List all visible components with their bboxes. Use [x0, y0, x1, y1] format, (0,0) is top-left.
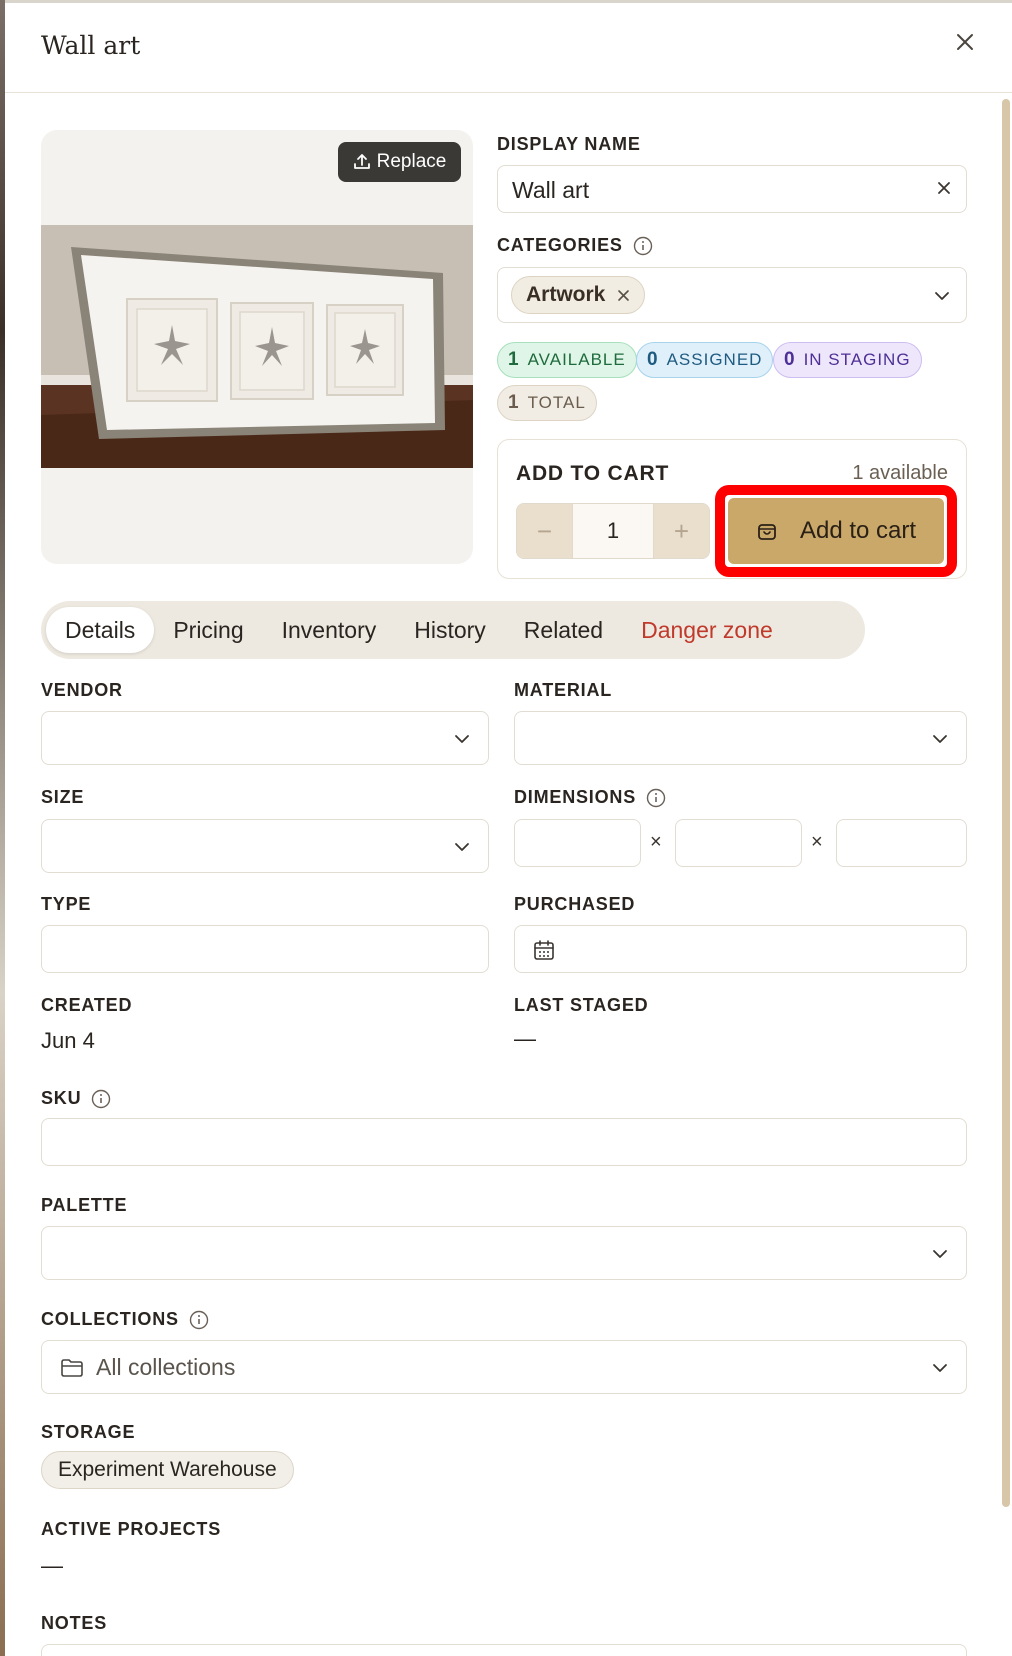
notes-input[interactable] [41, 1644, 967, 1656]
sku-label: SKU [41, 1088, 82, 1108]
available-label: AVAILABLE [527, 350, 626, 369]
total-count: 1 [508, 392, 520, 413]
panel-title: Wall art [41, 31, 141, 60]
categories-select[interactable]: Artwork [497, 267, 967, 323]
storage-label: STORAGE [41, 1422, 136, 1442]
quantity-stepper: − 1 + [516, 503, 710, 559]
upload-icon [353, 154, 370, 169]
add-to-cart-label: Add to cart [799, 517, 917, 544]
info-icon[interactable] [646, 788, 666, 808]
storage-chip[interactable]: Experiment Warehouse [41, 1451, 294, 1489]
shopping-bag-icon [758, 524, 776, 540]
tab-danger-zone[interactable]: Danger zone [622, 607, 792, 653]
type-label: TYPE [41, 894, 92, 914]
collections-select[interactable]: All collections [41, 1340, 967, 1394]
item-image-card: Replace [41, 130, 473, 564]
staging-count: 0 [784, 349, 796, 370]
tab-details[interactable]: Details [46, 607, 155, 653]
palette-select[interactable] [41, 1226, 967, 1280]
chevron-down-icon [935, 292, 949, 300]
folder-icon [61, 1359, 83, 1377]
sku-input[interactable] [41, 1118, 967, 1166]
total-label: TOTAL [527, 393, 586, 412]
clear-icon[interactable] [936, 180, 952, 196]
dimension-height-input[interactable] [836, 819, 967, 867]
tab-pricing[interactable]: Pricing [154, 607, 262, 653]
material-label: MATERIAL [514, 680, 613, 700]
created-label: CREATED [41, 995, 133, 1015]
size-select[interactable] [41, 819, 489, 873]
tab-related[interactable]: Related [505, 607, 622, 653]
vendor-label: VENDOR [41, 680, 123, 700]
display-name-label: DISPLAY NAME [497, 134, 641, 154]
assigned-count: 0 [647, 349, 659, 370]
categories-label: CATEGORIES [497, 235, 623, 255]
decrement-button[interactable]: − [517, 504, 572, 558]
add-to-cart-title: ADD TO CART [516, 462, 670, 485]
last-staged-value: — [514, 1026, 536, 1051]
dimension-width-input[interactable] [514, 819, 641, 867]
info-icon[interactable] [189, 1310, 209, 1330]
dimensions-label: DIMENSIONS [514, 787, 637, 807]
material-select[interactable] [514, 711, 967, 765]
tab-inventory[interactable]: Inventory [263, 607, 396, 653]
collections-label: COLLECTIONS [41, 1309, 179, 1329]
active-projects-value: — [41, 1553, 63, 1578]
replace-image-button[interactable]: Replace [338, 142, 461, 182]
assigned-badge: 0 ASSIGNED [636, 342, 774, 378]
collections-value: All collections [96, 1354, 236, 1380]
notes-label: NOTES [41, 1613, 108, 1633]
dimension-separator: × [650, 831, 662, 853]
cart-available-count: 1 available [852, 462, 948, 484]
chevron-down-icon [933, 735, 947, 743]
display-name-value: Wall art [512, 177, 590, 203]
item-photo [41, 225, 473, 468]
collections-label-row: COLLECTIONS [41, 1309, 209, 1330]
category-chip-label: Artwork [526, 283, 606, 306]
remove-icon[interactable] [617, 289, 630, 302]
close-icon [957, 34, 973, 50]
sku-label-row: SKU [41, 1088, 111, 1109]
display-name-input[interactable]: Wall art [497, 165, 967, 213]
increment-button[interactable]: + [654, 504, 709, 558]
tab-history[interactable]: History [395, 607, 505, 653]
created-value: Jun 4 [41, 1028, 95, 1053]
chevron-down-icon [933, 1250, 947, 1258]
info-icon[interactable] [633, 236, 653, 256]
chevron-down-icon [933, 1364, 947, 1372]
purchased-label: PURCHASED [514, 894, 636, 914]
add-to-cart-card: ADD TO CART 1 available − 1 + Add to car… [497, 439, 967, 579]
total-badge: 1 TOTAL [497, 385, 597, 421]
add-to-cart-button[interactable]: Add to cart [728, 498, 944, 564]
categories-label-row: CATEGORIES [497, 235, 653, 256]
calendar-icon [534, 940, 554, 960]
item-detail-panel: Wall art Replace DISPLAY NAME Wall art C… [5, 3, 1012, 1656]
quantity-value[interactable]: 1 [572, 504, 654, 558]
scrollbar[interactable] [1002, 99, 1010, 1507]
size-label: SIZE [41, 787, 85, 807]
info-icon[interactable] [91, 1089, 111, 1109]
assigned-label: ASSIGNED [666, 350, 763, 369]
detail-tabs: Details Pricing Inventory History Relate… [41, 601, 865, 659]
active-projects-label: ACTIVE PROJECTS [41, 1519, 222, 1539]
dimension-depth-input[interactable] [675, 819, 802, 867]
panel-header: Wall art [5, 3, 1012, 93]
dimension-separator: × [811, 831, 823, 853]
staging-badge: 0 IN STAGING [773, 342, 922, 378]
purchased-date-input[interactable] [514, 925, 967, 973]
dimensions-label-row: DIMENSIONS [514, 787, 666, 808]
chevron-down-icon [455, 735, 469, 743]
category-chip: Artwork [511, 276, 646, 314]
close-button[interactable] [948, 25, 982, 59]
staging-label: IN STAGING [803, 350, 911, 369]
replace-label: Replace [376, 151, 447, 172]
available-count: 1 [508, 349, 520, 370]
last-staged-label: LAST STAGED [514, 995, 649, 1015]
chevron-down-icon [455, 843, 469, 851]
vendor-select[interactable] [41, 711, 489, 765]
type-input[interactable] [41, 925, 489, 973]
palette-label: PALETTE [41, 1195, 128, 1215]
available-badge: 1 AVAILABLE [497, 342, 637, 378]
